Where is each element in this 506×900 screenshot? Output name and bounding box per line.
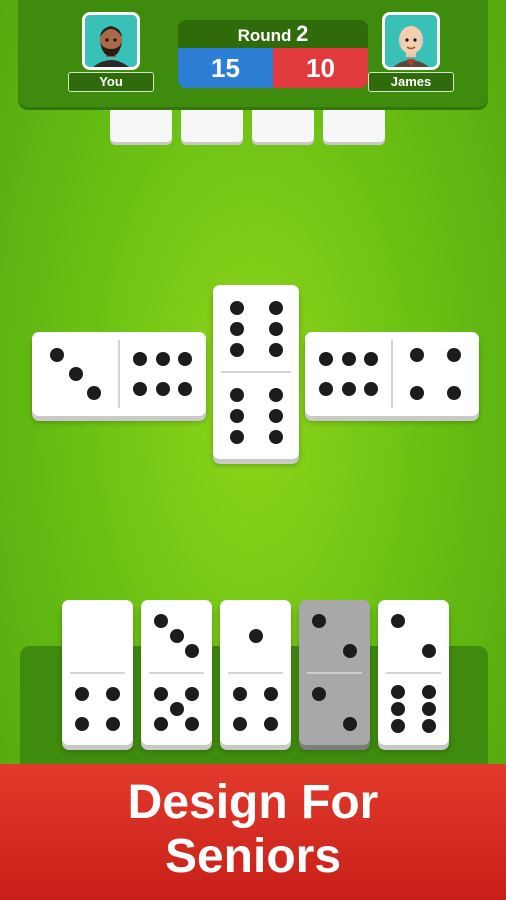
domino-pip	[169, 701, 184, 716]
domino-pip	[68, 367, 83, 381]
domino-pip	[447, 386, 462, 400]
domino-pip	[409, 386, 424, 400]
round-indicator: Round 2	[178, 20, 368, 48]
domino-pip	[185, 644, 200, 659]
domino-pip	[169, 629, 184, 644]
domino-pip	[153, 686, 168, 701]
domino-pip	[422, 718, 437, 733]
domino-pip	[185, 686, 200, 701]
domino-pip	[390, 684, 405, 699]
domino-pip	[364, 351, 378, 366]
round-label: Round	[237, 26, 292, 45]
domino-pip	[133, 351, 147, 366]
domino-pip	[106, 716, 121, 731]
opponent-tile-back	[252, 110, 314, 142]
domino-pip	[311, 614, 326, 629]
opponent-profile[interactable]: James	[368, 12, 454, 92]
man-with-beard-icon	[85, 15, 137, 67]
hand-domino[interactable]	[62, 600, 133, 745]
hand-domino[interactable]	[141, 600, 212, 745]
player-profile[interactable]: You	[68, 12, 154, 92]
domino-pip	[422, 701, 437, 716]
opponent-tile-back	[110, 110, 172, 142]
domino-pip	[343, 644, 358, 659]
domino-pip	[153, 614, 168, 629]
opponent-name: James	[368, 72, 454, 92]
domino-pip	[106, 686, 121, 701]
player-avatar[interactable]	[82, 12, 140, 70]
domino-pip	[268, 387, 283, 402]
domino-divider	[228, 671, 283, 674]
opponent-score: 10	[273, 48, 368, 88]
domino-pip	[447, 348, 462, 362]
domino-pip	[155, 351, 170, 366]
domino-pip	[422, 684, 437, 699]
domino-pip	[232, 686, 247, 701]
domino-pip	[229, 342, 244, 357]
domino-pip	[229, 387, 244, 402]
board-domino	[213, 285, 299, 459]
domino-pip	[153, 716, 168, 731]
domino-pip	[229, 429, 244, 444]
domino-divider	[70, 671, 125, 674]
player-name: You	[68, 72, 154, 92]
domino-pip	[185, 716, 200, 731]
domino-divider	[221, 371, 291, 373]
domino-pip	[74, 716, 89, 731]
domino-divider	[307, 671, 362, 674]
opponent-avatar[interactable]	[382, 12, 440, 70]
domino-divider	[149, 671, 204, 674]
domino-pip	[248, 629, 263, 644]
hand-domino[interactable]	[299, 600, 370, 745]
domino-pip	[409, 348, 424, 362]
domino-pip	[268, 300, 283, 315]
opponent-tile-back	[323, 110, 385, 142]
hand-domino[interactable]	[220, 600, 291, 745]
domino-pip	[341, 382, 356, 397]
domino-pip	[341, 351, 356, 366]
domino-pip	[155, 382, 170, 397]
score-header: You Round 2 15 10 James	[18, 0, 488, 110]
opponent-tile-back	[181, 110, 243, 142]
score-board: Round 2 15 10	[178, 20, 368, 92]
domino-pip	[390, 701, 405, 716]
domino-pip	[319, 382, 333, 397]
hand-domino[interactable]	[378, 600, 449, 745]
domino-pip	[390, 614, 405, 629]
banner-line-2: Seniors	[164, 830, 342, 883]
player-score: 15	[178, 48, 273, 88]
domino-pip	[133, 382, 147, 397]
round-number: 2	[296, 21, 309, 46]
domino-divider	[386, 671, 441, 674]
domino-pip	[390, 718, 405, 733]
domino-pip	[319, 351, 333, 366]
domino-pip	[422, 644, 437, 659]
domino-pip	[49, 348, 64, 362]
board-domino	[305, 332, 479, 416]
domino-pip	[268, 321, 283, 336]
domino-pip	[232, 716, 247, 731]
domino-pip	[268, 429, 283, 444]
banner-line-1: Design For	[127, 776, 379, 829]
domino-divider	[118, 340, 120, 408]
domino-pip	[268, 408, 283, 423]
domino-pip	[264, 716, 279, 731]
domino-pip	[229, 300, 244, 315]
domino-pip	[264, 686, 279, 701]
domino-divider	[391, 340, 393, 408]
domino-pip	[229, 321, 244, 336]
domino-pip	[178, 382, 192, 397]
domino-pip	[74, 686, 89, 701]
domino-pip	[343, 716, 358, 731]
domino-pip	[364, 382, 378, 397]
bald-man-icon	[385, 15, 437, 67]
domino-pip	[311, 686, 326, 701]
domino-pip	[268, 342, 283, 357]
domino-pip	[178, 351, 192, 366]
domino-pip	[229, 408, 244, 423]
board-domino	[32, 332, 206, 416]
domino-pip	[87, 386, 102, 400]
promo-banner: Design For Seniors	[0, 764, 506, 900]
